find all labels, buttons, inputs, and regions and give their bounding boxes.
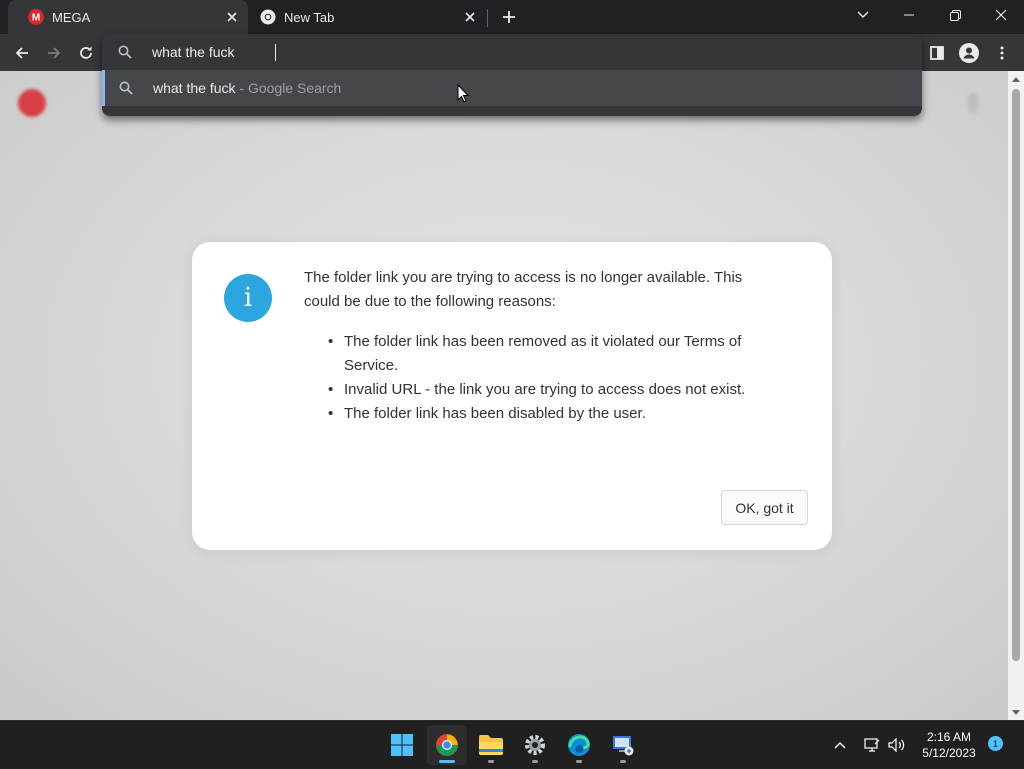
file-explorer-icon[interactable] — [471, 725, 511, 765]
restore-button[interactable] — [932, 0, 978, 30]
running-indicator — [576, 760, 582, 763]
reason-item: The folder link has been disabled by the… — [328, 402, 754, 426]
running-indicator — [439, 760, 455, 763]
scroll-down-icon[interactable] — [1008, 704, 1024, 720]
mega-icon: M — [28, 9, 44, 25]
search-icon — [119, 80, 135, 96]
mega-logo — [18, 89, 46, 117]
minimize-button[interactable] — [886, 0, 932, 30]
side-panel-icon[interactable] — [922, 38, 952, 68]
profile-icon[interactable] — [954, 38, 984, 68]
clock-time: 2:16 AM — [926, 730, 972, 744]
page-scrollbar[interactable] — [1008, 71, 1024, 720]
address-input[interactable] — [152, 44, 276, 60]
info-icon-glyph: i — [243, 283, 253, 313]
close-tab-icon[interactable] — [222, 7, 242, 27]
scroll-thumb[interactable] — [1012, 89, 1020, 661]
address-bar[interactable] — [102, 34, 922, 70]
clock-date: 5/12/2023 — [922, 746, 976, 760]
running-indicator — [532, 760, 538, 763]
reason-item: Invalid URL - the link you are trying to… — [328, 378, 754, 402]
settings-icon[interactable] — [515, 725, 555, 765]
forward-button[interactable] — [39, 38, 69, 68]
notification-badge[interactable]: 1 — [988, 736, 1003, 751]
text-caret — [275, 43, 276, 61]
info-icon: i — [224, 274, 272, 322]
suggestion-source: - Google Search — [235, 80, 342, 96]
reason-item: The folder link has been removed as it v… — [328, 330, 754, 378]
network-icon[interactable] — [862, 721, 882, 769]
close-window-button[interactable] — [978, 0, 1024, 30]
running-indicator — [620, 760, 626, 763]
ok-got-it-button[interactable]: OK, got it — [721, 490, 808, 525]
blurred-header-control — [968, 93, 978, 113]
tab-title: MEGA — [52, 9, 91, 25]
close-tab-icon[interactable] — [460, 7, 480, 27]
reasons-list: The folder link has been removed as it v… — [328, 330, 754, 426]
edge-icon[interactable] — [559, 725, 599, 765]
tab-mega[interactable]: M MEGA — [8, 0, 248, 34]
chrome-taskbar-icon[interactable] — [427, 725, 467, 765]
search-icon — [118, 44, 134, 60]
omnibox[interactable]: what the fuck - Google Search — [102, 34, 922, 116]
running-indicator — [488, 760, 494, 763]
tab-search-icon[interactable] — [840, 0, 886, 30]
windows-taskbar: 2:16 AM 5/12/2023 — [0, 720, 1024, 768]
system-clock[interactable]: 2:16 AM 5/12/2023 — [914, 729, 984, 761]
scroll-up-icon[interactable] — [1008, 71, 1024, 87]
folder-unavailable-dialog: i The folder link you are trying to acce… — [192, 242, 832, 550]
chrome-icon — [260, 9, 276, 25]
tab-new-tab[interactable]: New Tab — [240, 0, 486, 34]
show-hidden-icons-icon[interactable] — [830, 721, 850, 769]
menu-kebab-icon[interactable] — [987, 38, 1017, 68]
suggestion-query: what the fuck — [153, 80, 236, 96]
back-button[interactable] — [7, 38, 37, 68]
dialog-message: The folder link you are trying to access… — [304, 269, 743, 310]
reload-button[interactable] — [71, 38, 101, 68]
tab-divider — [487, 9, 488, 27]
tab-title: New Tab — [284, 9, 335, 25]
windows-start-icon[interactable] — [382, 725, 422, 765]
new-tab-button[interactable] — [498, 6, 520, 28]
mouse-cursor-icon — [457, 83, 470, 103]
page-content: i The folder link you are trying to acce… — [0, 71, 1024, 720]
omnibox-suggestion[interactable]: what the fuck - Google Search — [102, 70, 922, 106]
svg-text:M: M — [32, 13, 40, 24]
browser-titlebar: M MEGA New Tab — [0, 0, 1024, 34]
volume-icon[interactable] — [886, 721, 908, 769]
remote-desktop-icon[interactable] — [603, 725, 643, 765]
